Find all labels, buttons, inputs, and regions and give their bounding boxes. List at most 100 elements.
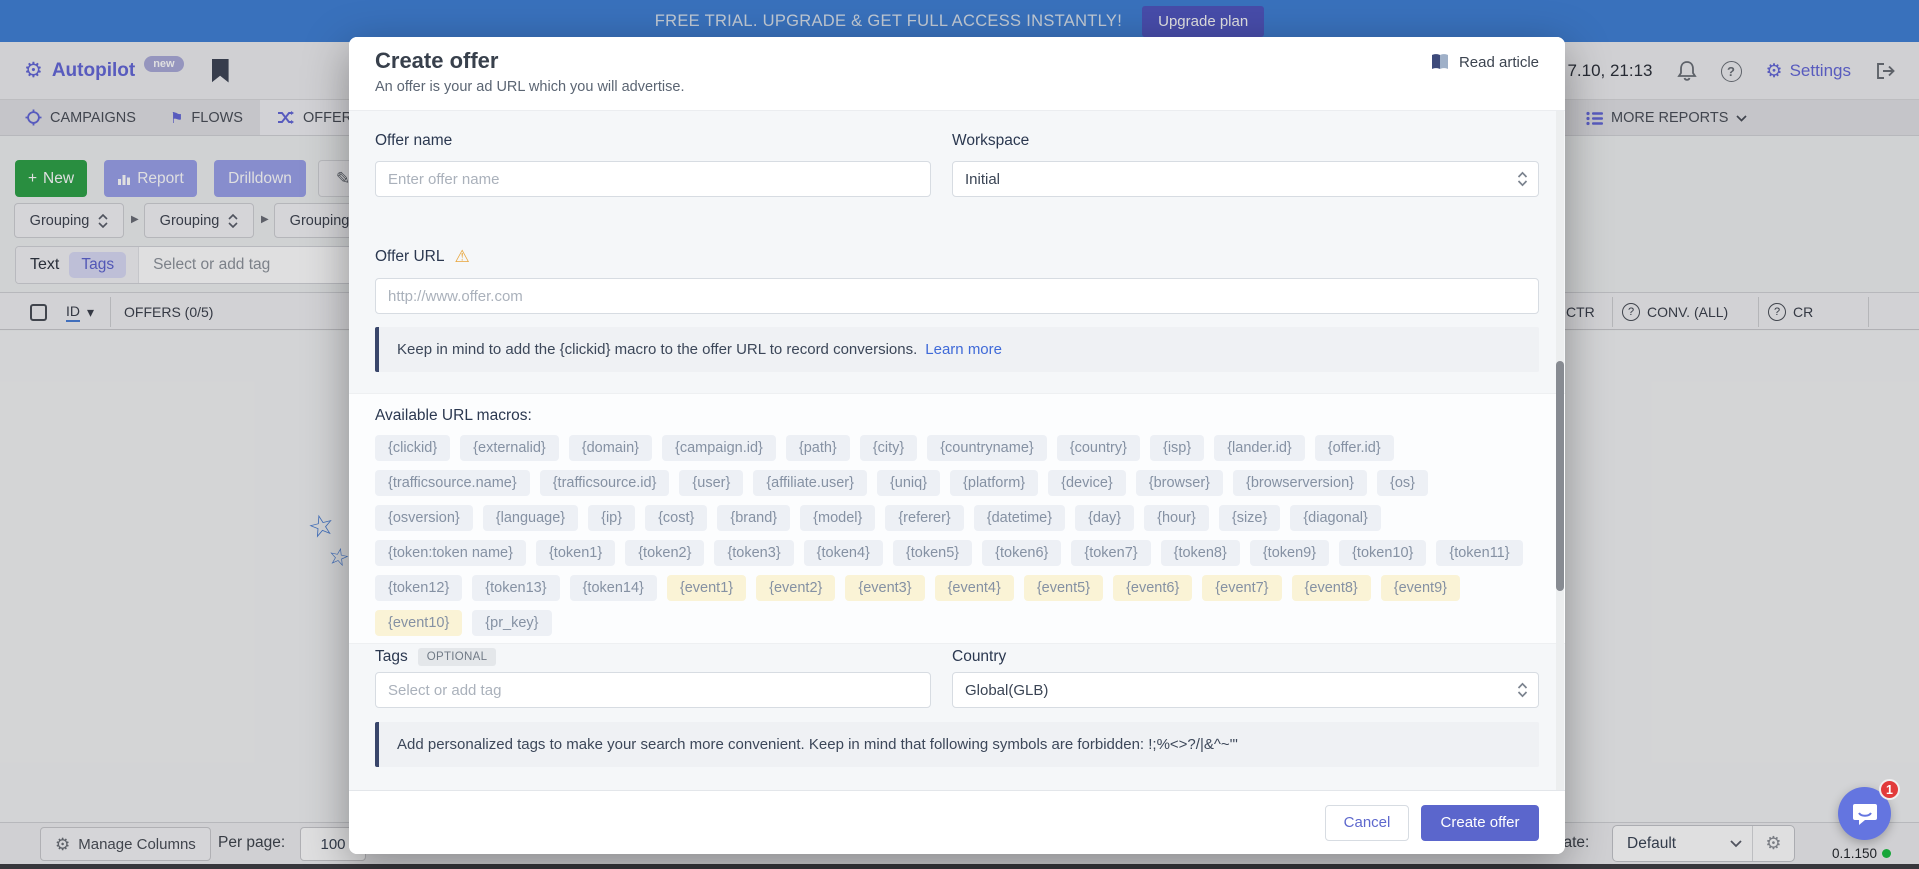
macro-chip[interactable]: {cost} [645, 505, 707, 531]
macro-chip[interactable]: {browserversion} [1233, 470, 1367, 496]
macro-chip[interactable]: {device} [1048, 470, 1126, 496]
macro-chip[interactable]: {event1} [667, 575, 746, 601]
macro-chip[interactable]: {referer} [885, 505, 963, 531]
status-dot-icon [1882, 849, 1891, 858]
modal-subtitle: An offer is your ad URL which you will a… [375, 79, 684, 95]
modal-footer: Cancel Create offer [349, 790, 1565, 854]
macro-chip[interactable]: {countryname} [927, 435, 1047, 461]
macro-chip[interactable]: {day} [1075, 505, 1134, 531]
macro-chip[interactable]: {browser} [1136, 470, 1223, 496]
macro-chip[interactable]: {trafficsource.id} [540, 470, 670, 496]
read-article-link[interactable]: Read article [1430, 53, 1539, 71]
read-article-label: Read article [1459, 54, 1539, 71]
version-label: 0.1.150 [1832, 846, 1891, 861]
chat-unread-badge: 1 [1879, 779, 1900, 800]
macro-chip[interactable]: {affiliate.user} [753, 470, 867, 496]
learn-more-link[interactable]: Learn more [925, 341, 1002, 358]
macro-chip[interactable]: {city} [860, 435, 917, 461]
version-number: 0.1.150 [1832, 846, 1877, 861]
macro-chip[interactable]: {size} [1219, 505, 1280, 531]
macro-chip[interactable]: {event7} [1202, 575, 1281, 601]
country-label: Country [952, 648, 1006, 665]
macro-chip[interactable]: {trafficsource.name} [375, 470, 530, 496]
macro-chip[interactable]: {domain} [569, 435, 652, 461]
offer-name-label: Offer name [375, 132, 452, 149]
create-offer-modal: Create offer An offer is your ad URL whi… [349, 37, 1565, 854]
macro-chip[interactable]: {campaign.id} [662, 435, 776, 461]
macro-chip[interactable]: {token5} [893, 540, 972, 566]
macro-chip[interactable]: {offer.id} [1315, 435, 1394, 461]
updown-chevrons-icon [1517, 682, 1528, 698]
macro-chip[interactable]: {token1} [536, 540, 615, 566]
macro-chip[interactable]: {token7} [1071, 540, 1150, 566]
macro-chip[interactable]: {token9} [1250, 540, 1329, 566]
macro-chip[interactable]: {clickid} [375, 435, 450, 461]
modal-header: Create offer An offer is your ad URL whi… [349, 37, 1565, 111]
macro-chip[interactable]: {token4} [804, 540, 883, 566]
macro-chip[interactable]: {os} [1377, 470, 1428, 496]
cancel-button[interactable]: Cancel [1325, 805, 1409, 841]
macro-chip[interactable]: {hour} [1144, 505, 1209, 531]
macro-chip[interactable]: {datetime} [974, 505, 1065, 531]
macro-chip[interactable]: {lander.id} [1214, 435, 1305, 461]
macro-chip[interactable]: {token3} [714, 540, 793, 566]
updown-chevrons-icon [1517, 171, 1528, 187]
macro-chip[interactable]: {token2} [625, 540, 704, 566]
tags-label: Tags [375, 648, 408, 666]
modal-body: Offer name Workspace Initial Offer URL ⚠… [349, 111, 1565, 790]
warning-icon: ⚠ [455, 247, 470, 267]
macro-chip[interactable]: {event10} [375, 610, 462, 636]
macros-heading: Available URL macros: [375, 407, 532, 425]
macro-chip[interactable]: {externalid} [460, 435, 559, 461]
macro-chip[interactable]: {path} [786, 435, 850, 461]
macro-chip[interactable]: {diagonal} [1290, 505, 1381, 531]
macro-chip[interactable]: {event8} [1292, 575, 1371, 601]
offer-name-input[interactable] [375, 161, 931, 197]
macro-chip[interactable]: {brand} [717, 505, 790, 531]
macro-chip[interactable]: {token10} [1339, 540, 1426, 566]
macro-chip[interactable]: {token:token name} [375, 540, 526, 566]
workspace-value: Initial [953, 171, 1517, 188]
offer-url-input[interactable] [375, 278, 1539, 314]
book-icon [1430, 53, 1450, 71]
macro-chip[interactable]: {event5} [1024, 575, 1103, 601]
macro-chip[interactable]: {pr_key} [472, 610, 551, 636]
macro-chip[interactable]: {language} [483, 505, 578, 531]
macro-chip[interactable]: {platform} [950, 470, 1038, 496]
country-select[interactable]: Global(GLB) [952, 672, 1539, 708]
macros-section: Available URL macros: {clickid} {external… [349, 393, 1565, 644]
clickid-note: Keep in mind to add the {clickid} macro … [375, 327, 1539, 372]
macro-chip[interactable]: {token8} [1161, 540, 1240, 566]
macro-chip[interactable]: {user} [679, 470, 743, 496]
chat-bubble-icon [1852, 802, 1878, 826]
macro-chip[interactable]: {ip} [588, 505, 635, 531]
workspace-label: Workspace [952, 132, 1029, 149]
macro-chip[interactable]: {token11} [1436, 540, 1522, 566]
macro-chip[interactable]: {uniq} [877, 470, 940, 496]
modal-title: Create offer [375, 48, 498, 74]
macro-chip[interactable]: {event4} [935, 575, 1014, 601]
macro-chip[interactable]: {event3} [845, 575, 924, 601]
macro-chip[interactable]: {token14} [570, 575, 657, 601]
modal-scrollbar-thumb[interactable] [1556, 361, 1564, 591]
tags-note: Add personalized tags to make your searc… [375, 722, 1539, 767]
country-value: Global(GLB) [953, 682, 1517, 699]
macro-chip[interactable]: {token13} [472, 575, 559, 601]
offer-url-label: Offer URL [375, 248, 445, 266]
create-offer-button[interactable]: Create offer [1421, 805, 1539, 841]
workspace-select[interactable]: Initial [952, 161, 1539, 197]
macro-chip[interactable]: {country} [1057, 435, 1140, 461]
tags-input[interactable] [375, 672, 931, 708]
macro-chip[interactable]: {event2} [756, 575, 835, 601]
tags-note-text: Add personalized tags to make your searc… [397, 736, 1238, 753]
macro-chip[interactable]: {isp} [1150, 435, 1204, 461]
optional-badge: OPTIONAL [418, 648, 497, 666]
macro-chip[interactable]: {token6} [982, 540, 1061, 566]
macro-chip[interactable]: {osversion} [375, 505, 473, 531]
macro-chip[interactable]: {event9} [1381, 575, 1460, 601]
macro-chip-list: {clickid} {externalid} {domain} {campaign.i… [375, 435, 1525, 636]
clickid-note-text: Keep in mind to add the {clickid} macro … [397, 341, 917, 358]
macro-chip[interactable]: {token12} [375, 575, 462, 601]
macro-chip[interactable]: {model} [800, 505, 875, 531]
macro-chip[interactable]: {event6} [1113, 575, 1192, 601]
